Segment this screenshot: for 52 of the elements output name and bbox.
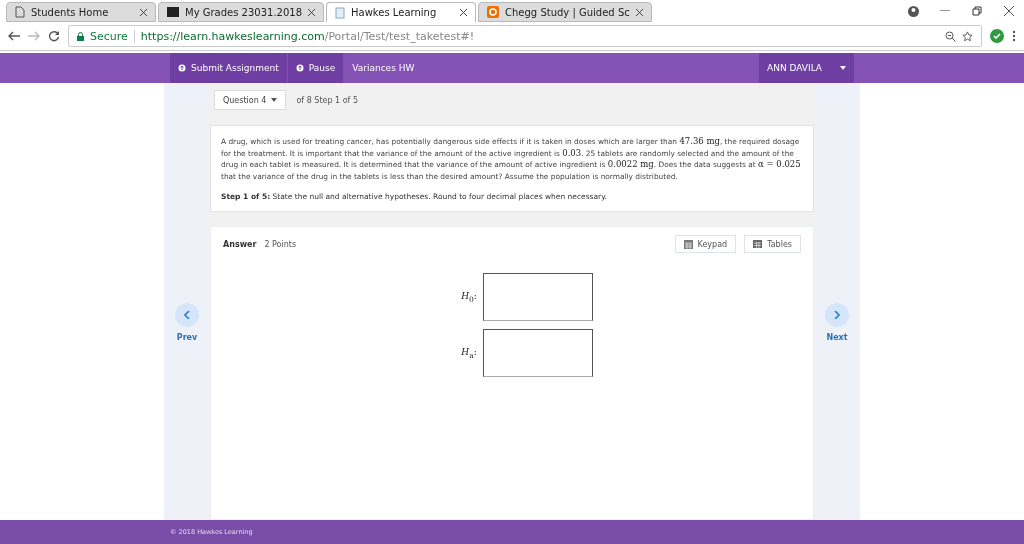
checkmark-icon[interactable] bbox=[990, 29, 1004, 43]
question-position: of 8 Step 1 of 5 bbox=[296, 95, 359, 105]
address-bar[interactable]: Secure https://learn.hawkeslearning.com/Portal/Test/test_taketest#! bbox=[68, 25, 982, 47]
prev-label[interactable]: Prev bbox=[176, 333, 198, 342]
hypothesis-input[interactable] bbox=[482, 273, 593, 321]
question-dropdown[interactable]: Question 4 bbox=[214, 90, 287, 110]
close-icon[interactable] bbox=[308, 8, 316, 16]
zoom-out-icon[interactable] bbox=[945, 30, 956, 42]
upload-icon bbox=[295, 64, 304, 72]
close-icon[interactable] bbox=[635, 8, 643, 16]
chevron-right-icon bbox=[834, 311, 840, 319]
secure-label: Secure bbox=[90, 29, 128, 43]
close-icon[interactable] bbox=[140, 8, 147, 16]
next-label[interactable]: Next bbox=[826, 333, 848, 342]
url-text: https://learn.hawkeslearning.com/Portal/Test/test_taketest#! bbox=[133, 29, 475, 43]
chevron-left-icon bbox=[184, 311, 190, 319]
pause-button[interactable]: Pause bbox=[287, 53, 344, 83]
restore-icon[interactable] bbox=[972, 6, 982, 16]
browser-tab[interactable]: My Grades 23031.2018 bbox=[158, 2, 325, 22]
next-button[interactable] bbox=[825, 303, 849, 327]
calculator-icon bbox=[683, 239, 693, 249]
table-icon bbox=[753, 240, 763, 248]
minimize-icon[interactable] bbox=[940, 10, 950, 12]
letter-c-icon bbox=[487, 6, 500, 18]
close-icon[interactable] bbox=[1004, 6, 1014, 16]
previous-button[interactable] bbox=[175, 303, 199, 327]
hypothesis-label: H$_{a}$: bbox=[461, 346, 477, 360]
submit-assignment-button[interactable]: Submit Assignment bbox=[170, 53, 287, 83]
hypothesis-label: H$_{0}$: bbox=[461, 290, 477, 304]
profile-icon[interactable] bbox=[907, 5, 919, 17]
document-icon bbox=[335, 6, 346, 19]
user-menu[interactable]: ANN DAVILA bbox=[759, 53, 854, 83]
upload-icon bbox=[178, 64, 186, 72]
browser-tab[interactable]: Hawkes Learning bbox=[326, 2, 477, 22]
close-icon[interactable] bbox=[460, 9, 468, 16]
star-icon[interactable] bbox=[962, 30, 973, 42]
points-label: 2 Points bbox=[264, 239, 297, 249]
answer-label: Answer bbox=[223, 239, 257, 249]
reload-icon[interactable] bbox=[48, 30, 60, 42]
caret-icon bbox=[271, 98, 278, 102]
assignment-title: Variances HW bbox=[351, 62, 416, 75]
keypad-button[interactable]: Keypad bbox=[674, 235, 737, 253]
hypothesis-input[interactable] bbox=[482, 329, 593, 377]
menu-icon[interactable] bbox=[1012, 30, 1016, 42]
browser-tab[interactable]: Students Home bbox=[6, 2, 156, 22]
browser-tab[interactable]: Chegg Study | Guided Sc bbox=[478, 2, 652, 22]
tables-button[interactable]: Tables bbox=[744, 235, 801, 253]
page-icon bbox=[15, 6, 25, 18]
grade-icon bbox=[167, 7, 179, 17]
lock-icon bbox=[77, 31, 84, 41]
caret-icon bbox=[840, 66, 846, 70]
back-arrow-icon[interactable] bbox=[8, 31, 20, 41]
